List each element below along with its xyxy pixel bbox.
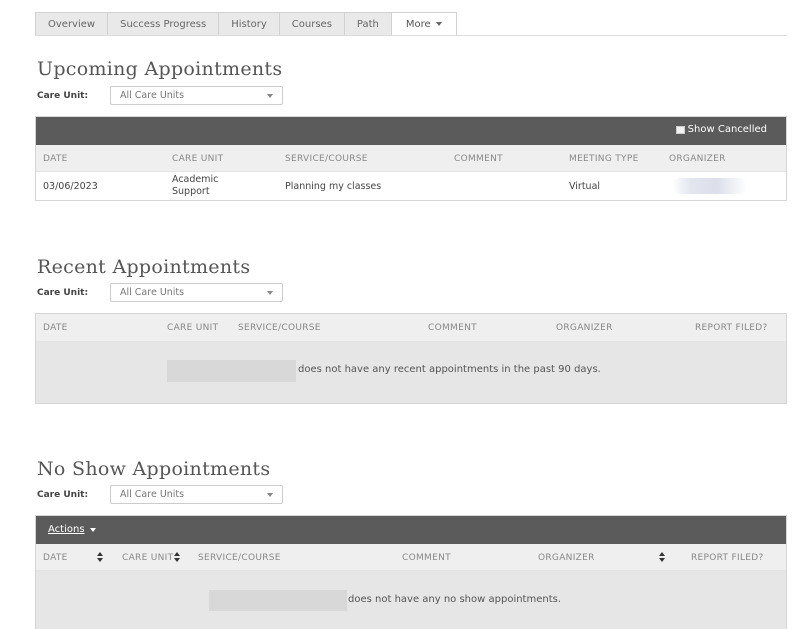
column-header-service-course[interactable]: SERVICE/COURSE xyxy=(198,553,281,563)
column-header-organizer[interactable]: ORGANIZER xyxy=(669,154,726,164)
caret-down-icon xyxy=(267,93,273,98)
no-show-appointments-title: No Show Appointments xyxy=(37,458,271,480)
table-toolbar: Show Cancelled xyxy=(36,117,786,145)
column-header-comment[interactable]: COMMENT xyxy=(402,553,451,563)
tab-more[interactable]: More xyxy=(390,12,457,36)
select-value: All Care Units xyxy=(120,287,185,298)
upcoming-care-unit-filter: Care Unit: All Care Units xyxy=(37,86,283,105)
cell-meeting-type: Virtual xyxy=(569,181,601,192)
care-unit-label: Care Unit: xyxy=(37,287,89,298)
cell-service-course: Planning my classes xyxy=(285,181,382,192)
empty-state: does not have any no show appointments. xyxy=(36,571,786,629)
show-cancelled-label: Show Cancelled xyxy=(687,124,767,135)
column-header-date[interactable]: DATE xyxy=(43,553,68,563)
recent-care-unit-select[interactable]: All Care Units xyxy=(110,283,283,302)
upcoming-appointments-title: Upcoming Appointments xyxy=(37,58,283,80)
tab-label: History xyxy=(231,18,267,30)
care-unit-line: Academic xyxy=(172,174,219,185)
student-name-redacted xyxy=(209,590,347,611)
table-header: DATE CARE UNIT SERVICE/COURSE COMMENT OR… xyxy=(36,544,786,571)
cell-date: 03/06/2023 xyxy=(43,181,98,192)
column-header-service-course[interactable]: SERVICE/COURSE xyxy=(238,323,321,333)
empty-state: does not have any recent appointments in… xyxy=(36,342,786,403)
column-header-comment[interactable]: COMMENT xyxy=(428,323,477,333)
column-header-service-course[interactable]: SERVICE/COURSE xyxy=(285,154,368,164)
empty-state-message: does not have any no show appointments. xyxy=(348,594,562,605)
no-show-care-unit-select[interactable]: All Care Units xyxy=(110,485,283,504)
column-header-meeting-type[interactable]: MEETING TYPE xyxy=(569,154,639,164)
recent-appointments-title: Recent Appointments xyxy=(37,256,251,278)
tab-label: Courses xyxy=(291,18,332,30)
tabs-divider xyxy=(35,35,787,36)
caret-down-icon xyxy=(435,22,442,26)
no-show-care-unit-filter: Care Unit: All Care Units xyxy=(37,485,283,504)
table-header: DATE CARE UNIT SERVICE/COURSE COMMENT ME… xyxy=(36,145,786,172)
select-value: All Care Units xyxy=(120,489,185,500)
upcoming-appointments-table: Show Cancelled DATE CARE UNIT SERVICE/CO… xyxy=(35,116,787,201)
tab-history[interactable]: History xyxy=(218,12,279,36)
tab-courses[interactable]: Courses xyxy=(278,12,344,36)
cell-care-unit: Academic Support xyxy=(172,174,218,198)
show-cancelled-checkbox[interactable] xyxy=(675,125,685,134)
student-name-redacted xyxy=(167,360,296,382)
tab-label: Success Progress xyxy=(120,18,207,30)
tab-path[interactable]: Path xyxy=(343,12,391,36)
column-header-comment[interactable]: COMMENT xyxy=(454,154,503,164)
column-header-care-unit[interactable]: CARE UNIT xyxy=(122,553,173,563)
care-unit-label: Care Unit: xyxy=(37,90,89,101)
tab-overview[interactable]: Overview xyxy=(35,12,108,36)
caret-down-icon xyxy=(89,527,96,532)
caret-down-icon xyxy=(267,492,273,497)
column-header-date[interactable]: DATE xyxy=(43,154,68,164)
cell-organizer-redacted xyxy=(672,178,747,194)
column-header-report-filed[interactable]: REPORT FILED? xyxy=(691,553,764,563)
care-unit-line: Support xyxy=(172,186,210,197)
column-header-organizer[interactable]: ORGANIZER xyxy=(538,553,595,563)
recent-care-unit-filter: Care Unit: All Care Units xyxy=(37,283,283,302)
tab-label: More xyxy=(405,18,431,30)
column-header-care-unit[interactable]: CARE UNIT xyxy=(172,154,223,164)
sort-icon[interactable] xyxy=(174,552,180,563)
upcoming-care-unit-select[interactable]: All Care Units xyxy=(110,86,283,105)
column-header-care-unit[interactable]: CARE UNIT xyxy=(167,323,218,333)
sort-icon[interactable] xyxy=(659,552,665,563)
caret-down-icon xyxy=(267,290,273,295)
no-show-appointments-table: Actions DATE CARE UNIT SERVICE/COURSE CO… xyxy=(35,515,787,629)
tab-bar: Overview Success Progress History Course… xyxy=(35,12,457,36)
tab-label: Overview xyxy=(48,18,96,30)
table-toolbar: Actions xyxy=(36,516,786,544)
tab-success-progress[interactable]: Success Progress xyxy=(107,12,219,36)
table-header: DATE CARE UNIT SERVICE/COURSE COMMENT OR… xyxy=(36,314,786,342)
care-unit-label: Care Unit: xyxy=(37,489,89,500)
column-header-organizer[interactable]: ORGANIZER xyxy=(556,323,613,333)
select-value: All Care Units xyxy=(120,90,185,101)
empty-state-message: does not have any recent appointments in… xyxy=(298,364,601,375)
table-row[interactable]: 03/06/2023 Academic Support Planning my … xyxy=(36,172,786,200)
tab-label: Path xyxy=(356,18,379,30)
column-header-report-filed[interactable]: REPORT FILED? xyxy=(695,323,768,333)
column-header-date[interactable]: DATE xyxy=(43,323,68,333)
sort-icon[interactable] xyxy=(97,552,103,563)
recent-appointments-table: DATE CARE UNIT SERVICE/COURSE COMMENT OR… xyxy=(35,313,787,404)
actions-label: Actions xyxy=(48,524,85,535)
show-cancelled-toggle[interactable]: Show Cancelled xyxy=(675,124,767,135)
actions-dropdown[interactable]: Actions xyxy=(48,524,96,535)
